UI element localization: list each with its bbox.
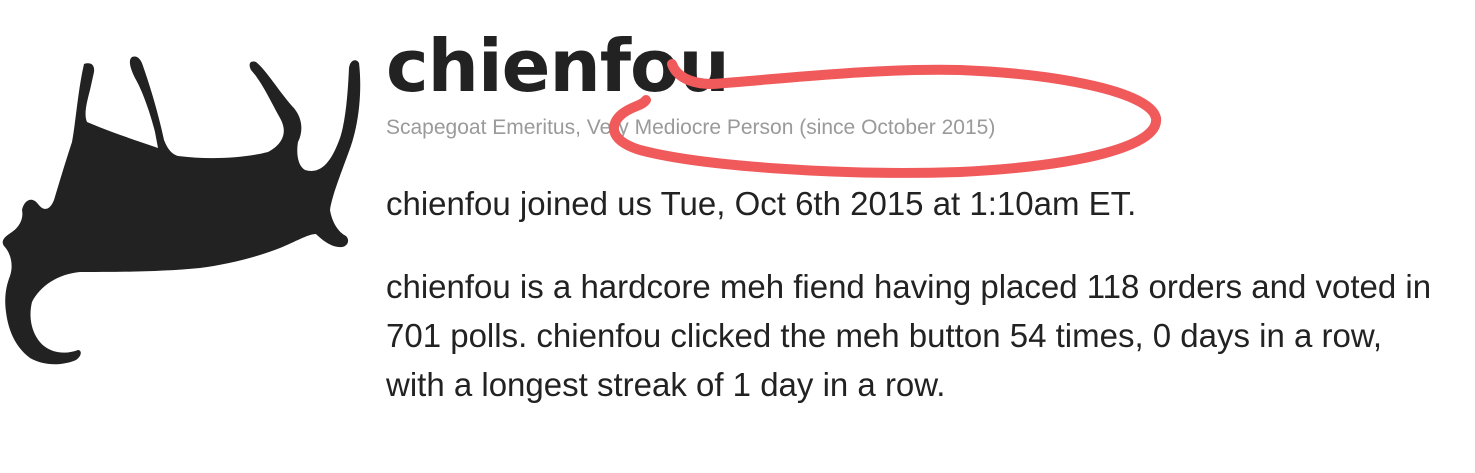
title-primary: Scapegoat Emeritus [386, 116, 576, 139]
avatar [2, 56, 361, 365]
cat-silhouette-icon [2, 56, 361, 365]
profile-info: chienfou Scapegoat Emeritus, Very Medioc… [386, 20, 1446, 442]
title-separator: , [575, 116, 587, 139]
title-secondary: Very Mediocre Person (since October 2015… [586, 116, 996, 139]
activity-stats-text: chienfou is a hardcore meh fiend having … [386, 268, 1432, 403]
joined-date-text: chienfou joined us Tue, Oct 6th 2015 at … [386, 185, 1137, 222]
user-titles: Scapegoat Emeritus, Very Mediocre Person… [386, 114, 1446, 142]
username-heading: chienfou [386, 24, 730, 108]
